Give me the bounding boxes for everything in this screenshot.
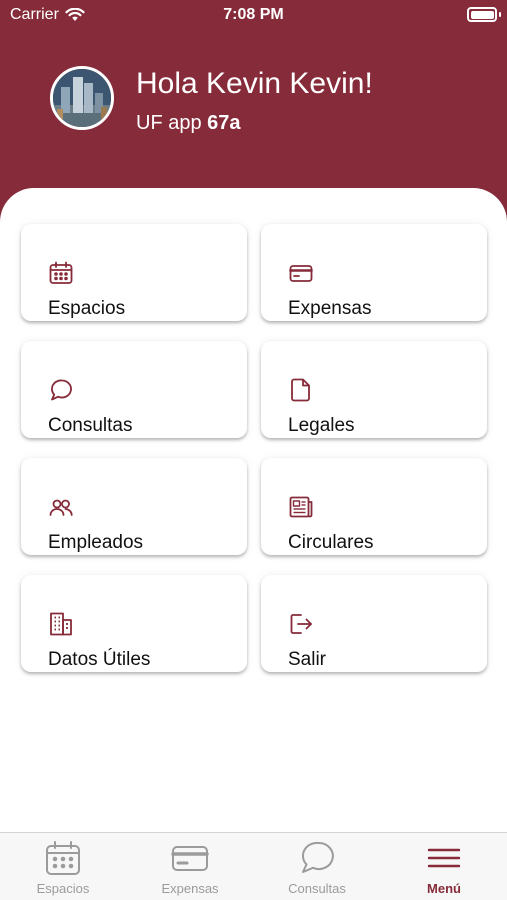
menu-card-circulares[interactable]: Circulares: [261, 458, 487, 555]
tab-label: Expensas: [161, 881, 219, 896]
menu-card-label: Datos Útiles: [48, 649, 151, 670]
tab-label: Consultas: [288, 881, 346, 896]
menu-card-label: Legales: [288, 415, 355, 436]
menu-card-datos-utiles[interactable]: Datos Útiles: [21, 575, 247, 672]
building-icon: [50, 612, 72, 636]
logout-icon: [290, 614, 312, 634]
menu-card-label: Expensas: [288, 298, 372, 319]
battery-icon: [467, 7, 497, 22]
menu-card-label: Salir: [288, 649, 327, 670]
credit-card-icon: [171, 846, 209, 871]
menu-card-label: Consultas: [48, 415, 133, 436]
menu-icon: [427, 848, 461, 868]
menu-card-salir[interactable]: Salir: [261, 575, 487, 672]
menu-card-label: Empleados: [48, 532, 144, 553]
menu-card-legales[interactable]: Legales: [261, 341, 487, 438]
avatar[interactable]: [50, 66, 114, 130]
menu-card-label: Circulares: [288, 532, 374, 553]
tab-label: Menú: [427, 881, 461, 896]
tab-consultas[interactable]: Consultas: [254, 833, 380, 900]
document-icon: [291, 378, 310, 402]
status-bar: Carrier 7:08 PM: [0, 0, 507, 30]
menu-content: Espacios Expensas Consultas Legales Empl…: [0, 188, 507, 900]
menu-card-consultas[interactable]: Consultas: [21, 341, 247, 438]
credit-card-icon: [289, 265, 313, 282]
menu-card-empleados[interactable]: Empleados: [21, 458, 247, 555]
status-time: 7:08 PM: [223, 6, 284, 23]
tab-espacios[interactable]: Espacios: [0, 833, 126, 900]
chat-bubble-icon: [51, 379, 72, 401]
chat-bubble-icon: [301, 841, 334, 873]
menu-card-label: Espacios: [48, 298, 126, 319]
calendar-icon: [46, 841, 80, 875]
avatar-building-image: [53, 69, 111, 127]
battery-tip: [499, 12, 501, 17]
menu-card-expensas[interactable]: Expensas: [261, 224, 487, 321]
unit-value: 67a: [207, 112, 241, 134]
calendar-icon: [49, 261, 73, 284]
tab-bar: Espacios Expensas Consultas Menú: [0, 832, 507, 900]
greeting-title: Hola Kevin Kevin!: [136, 67, 373, 100]
tab-menu[interactable]: Menú: [381, 833, 507, 900]
newspaper-icon: [289, 496, 313, 518]
menu-card-espacios[interactable]: Espacios: [21, 224, 247, 321]
users-icon: [49, 499, 73, 516]
tab-label: Espacios: [36, 881, 90, 896]
tab-expensas[interactable]: Expensas: [127, 833, 253, 900]
unit-prefix: UF app: [136, 112, 202, 134]
unit-line: UF app 67a: [136, 112, 241, 135]
